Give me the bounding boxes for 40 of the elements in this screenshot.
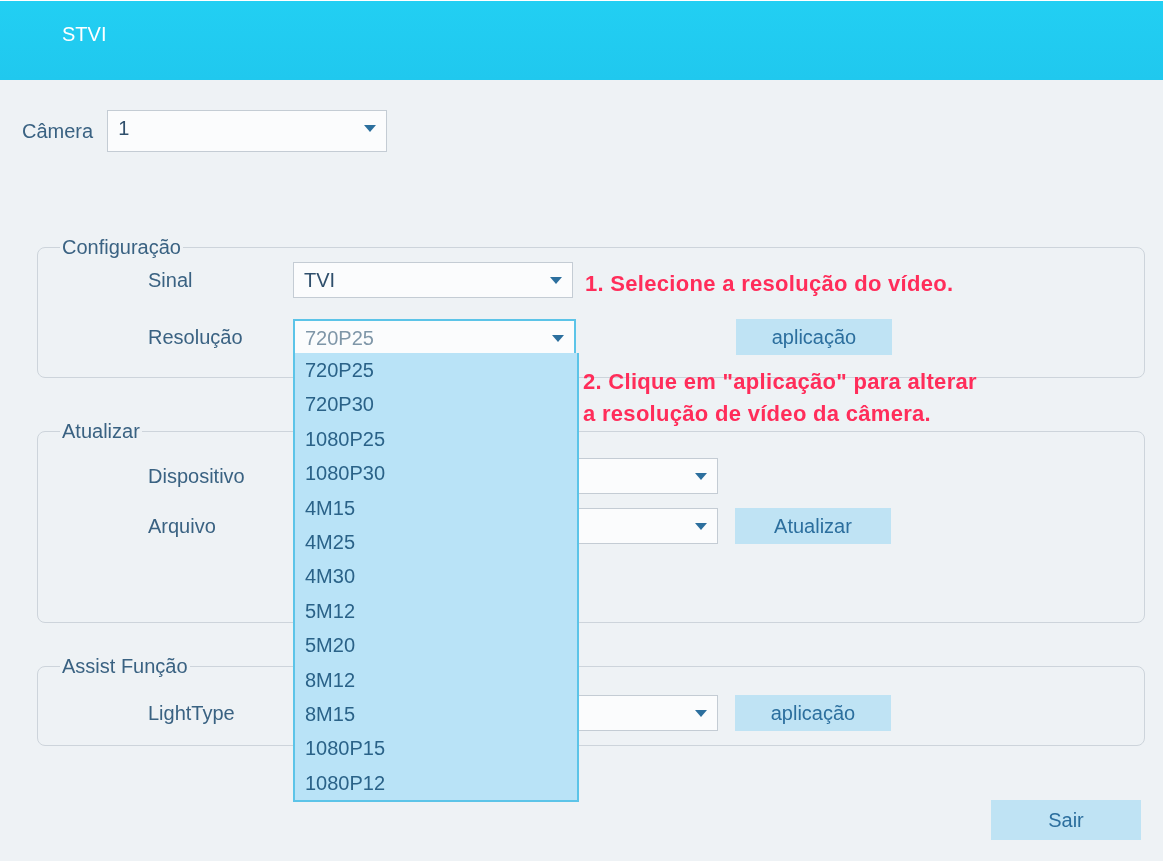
field-label: Dispositivo xyxy=(148,464,246,488)
dropdown-option[interactable]: 720P30 xyxy=(295,387,577,422)
dropdown-option[interactable]: 1080P25 xyxy=(295,421,577,457)
dropdown-option[interactable]: 1080P15 xyxy=(295,731,577,766)
field-label: Sinal xyxy=(148,268,194,292)
field-label: LightType xyxy=(148,701,236,725)
camera-select[interactable]: 1 xyxy=(107,110,388,152)
dropdown-option[interactable]: 4M25 xyxy=(295,524,577,560)
select-value: 1 xyxy=(118,116,130,141)
select-value: TVI xyxy=(304,268,336,293)
dropdown-option[interactable]: 8M12 xyxy=(295,662,577,697)
dropdown-arrow-icon[interactable] xyxy=(550,277,562,284)
dropdown-option[interactable]: 1080P12 xyxy=(295,765,577,801)
group-title: Configuração xyxy=(61,235,182,260)
instruction-note: 2. Clique em "aplicação" para alterar a resolução de vídeo da câmera. xyxy=(583,368,977,428)
dropdown-arrow-icon[interactable] xyxy=(364,125,377,132)
exit-button[interactable]: Sair xyxy=(991,800,1141,840)
apply-button[interactable]: Atualizar xyxy=(735,508,891,544)
dropdown-option[interactable]: 4M30 xyxy=(295,559,577,594)
field-label: Resolução xyxy=(148,325,244,349)
dropdown-option[interactable]: 5M20 xyxy=(295,628,577,663)
select-value: 720P25 xyxy=(305,326,374,351)
dropdown-option[interactable]: 4M15 xyxy=(295,490,577,525)
window-title: STVI xyxy=(62,23,107,45)
dropdown-option[interactable]: 720P25 xyxy=(295,353,577,388)
dropdown-arrow-icon[interactable] xyxy=(695,473,707,480)
dropdown-select[interactable]: TVI xyxy=(293,262,573,298)
dropdown-arrow-icon[interactable] xyxy=(695,523,707,530)
dropdown-arrow-icon[interactable] xyxy=(552,335,564,342)
field-label: Arquivo xyxy=(148,514,217,538)
dropdown-option[interactable]: 8M15 xyxy=(295,696,577,732)
field-label: Câmera xyxy=(22,119,94,143)
dropdown-option[interactable]: 5M12 xyxy=(295,593,577,629)
dropdown-arrow-icon[interactable] xyxy=(695,710,707,717)
apply-button[interactable]: aplicação xyxy=(736,319,892,355)
apply-button[interactable]: aplicação xyxy=(735,695,891,731)
instruction-note: 1. Selecione a resolução do vídeo. xyxy=(585,270,954,298)
group-title: Atualizar xyxy=(61,419,141,444)
group-title: Assist Função xyxy=(61,654,189,679)
dropdown-option[interactable]: 1080P30 xyxy=(295,456,577,491)
